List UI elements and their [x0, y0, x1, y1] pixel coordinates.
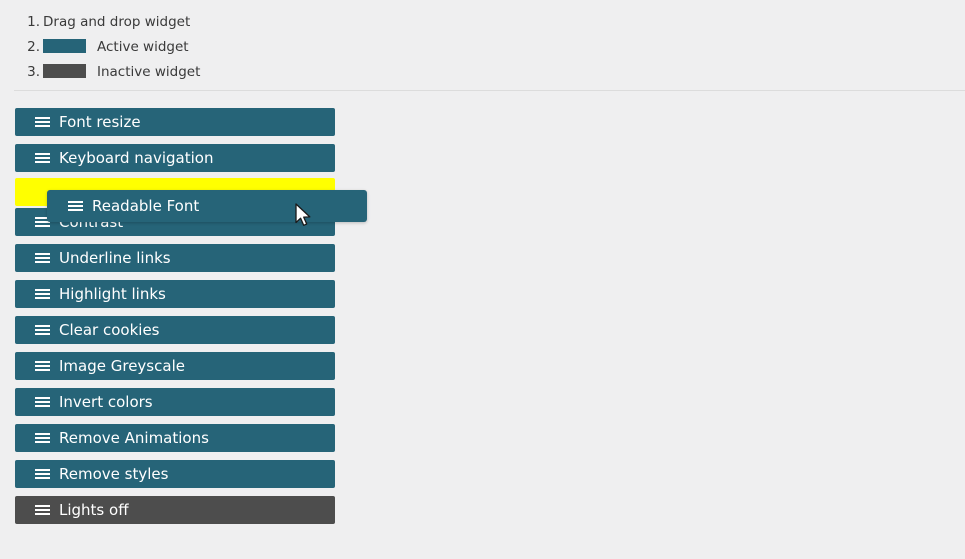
drag-handle-icon[interactable] — [35, 433, 50, 444]
dragged-widget-item-readable-font[interactable]: Readable Font — [47, 190, 367, 222]
legend-item-label: Active widget — [97, 39, 189, 55]
widget-item-underline-links[interactable]: Underline links — [15, 244, 335, 272]
drag-handle-icon[interactable] — [35, 253, 50, 264]
legend-item: Active widget — [0, 35, 965, 60]
widget-item-label: Remove Animations — [59, 429, 209, 447]
drag-handle-icon[interactable] — [35, 397, 50, 408]
drag-handle-icon[interactable] — [35, 289, 50, 300]
widget-item-label: Font resize — [59, 113, 141, 131]
drag-handle-icon[interactable] — [35, 469, 50, 480]
drag-handle-icon[interactable] — [35, 505, 50, 516]
widget-item-highlight-links[interactable]: Highlight links — [15, 280, 335, 308]
widget-item-lights-off[interactable]: Lights off — [15, 496, 335, 524]
widget-item-label: Image Greyscale — [59, 357, 185, 375]
drag-handle-icon[interactable] — [35, 361, 50, 372]
widget-list[interactable]: Font resize Keyboard navigation Contrast… — [15, 108, 335, 532]
widget-item-invert-colors[interactable]: Invert colors — [15, 388, 335, 416]
widget-item-label: Clear cookies — [59, 321, 160, 339]
widget-item-font-resize[interactable]: Font resize — [15, 108, 335, 136]
widget-item-clear-cookies[interactable]: Clear cookies — [15, 316, 335, 344]
legend-item-label: Inactive widget — [97, 64, 201, 80]
legend-item-label: Drag and drop widget — [43, 14, 191, 30]
legend-list: Drag and drop widget Active widget Inact… — [0, 0, 965, 85]
widget-item-remove-animations[interactable]: Remove Animations — [15, 424, 335, 452]
widget-item-label: Highlight links — [59, 285, 166, 303]
widget-item-image-greyscale[interactable]: Image Greyscale — [15, 352, 335, 380]
widget-item-label: Underline links — [59, 249, 171, 267]
section-divider — [14, 90, 965, 91]
drag-handle-icon[interactable] — [68, 201, 83, 212]
legend-swatch-inactive — [43, 64, 86, 78]
drag-handle-icon[interactable] — [35, 117, 50, 128]
dragged-widget-item-label: Readable Font — [92, 197, 200, 215]
drag-handle-icon[interactable] — [35, 325, 50, 336]
legend-item: Drag and drop widget — [0, 10, 965, 35]
widget-item-label: Lights off — [59, 501, 129, 519]
legend-item: Inactive widget — [0, 60, 965, 85]
widget-item-keyboard-navigation[interactable]: Keyboard navigation — [15, 144, 335, 172]
legend-swatch-active — [43, 39, 86, 53]
widget-item-remove-styles[interactable]: Remove styles — [15, 460, 335, 488]
widget-item-label: Keyboard navigation — [59, 149, 214, 167]
drag-handle-icon[interactable] — [35, 153, 50, 164]
widget-item-label: Remove styles — [59, 465, 169, 483]
widget-item-label: Invert colors — [59, 393, 153, 411]
